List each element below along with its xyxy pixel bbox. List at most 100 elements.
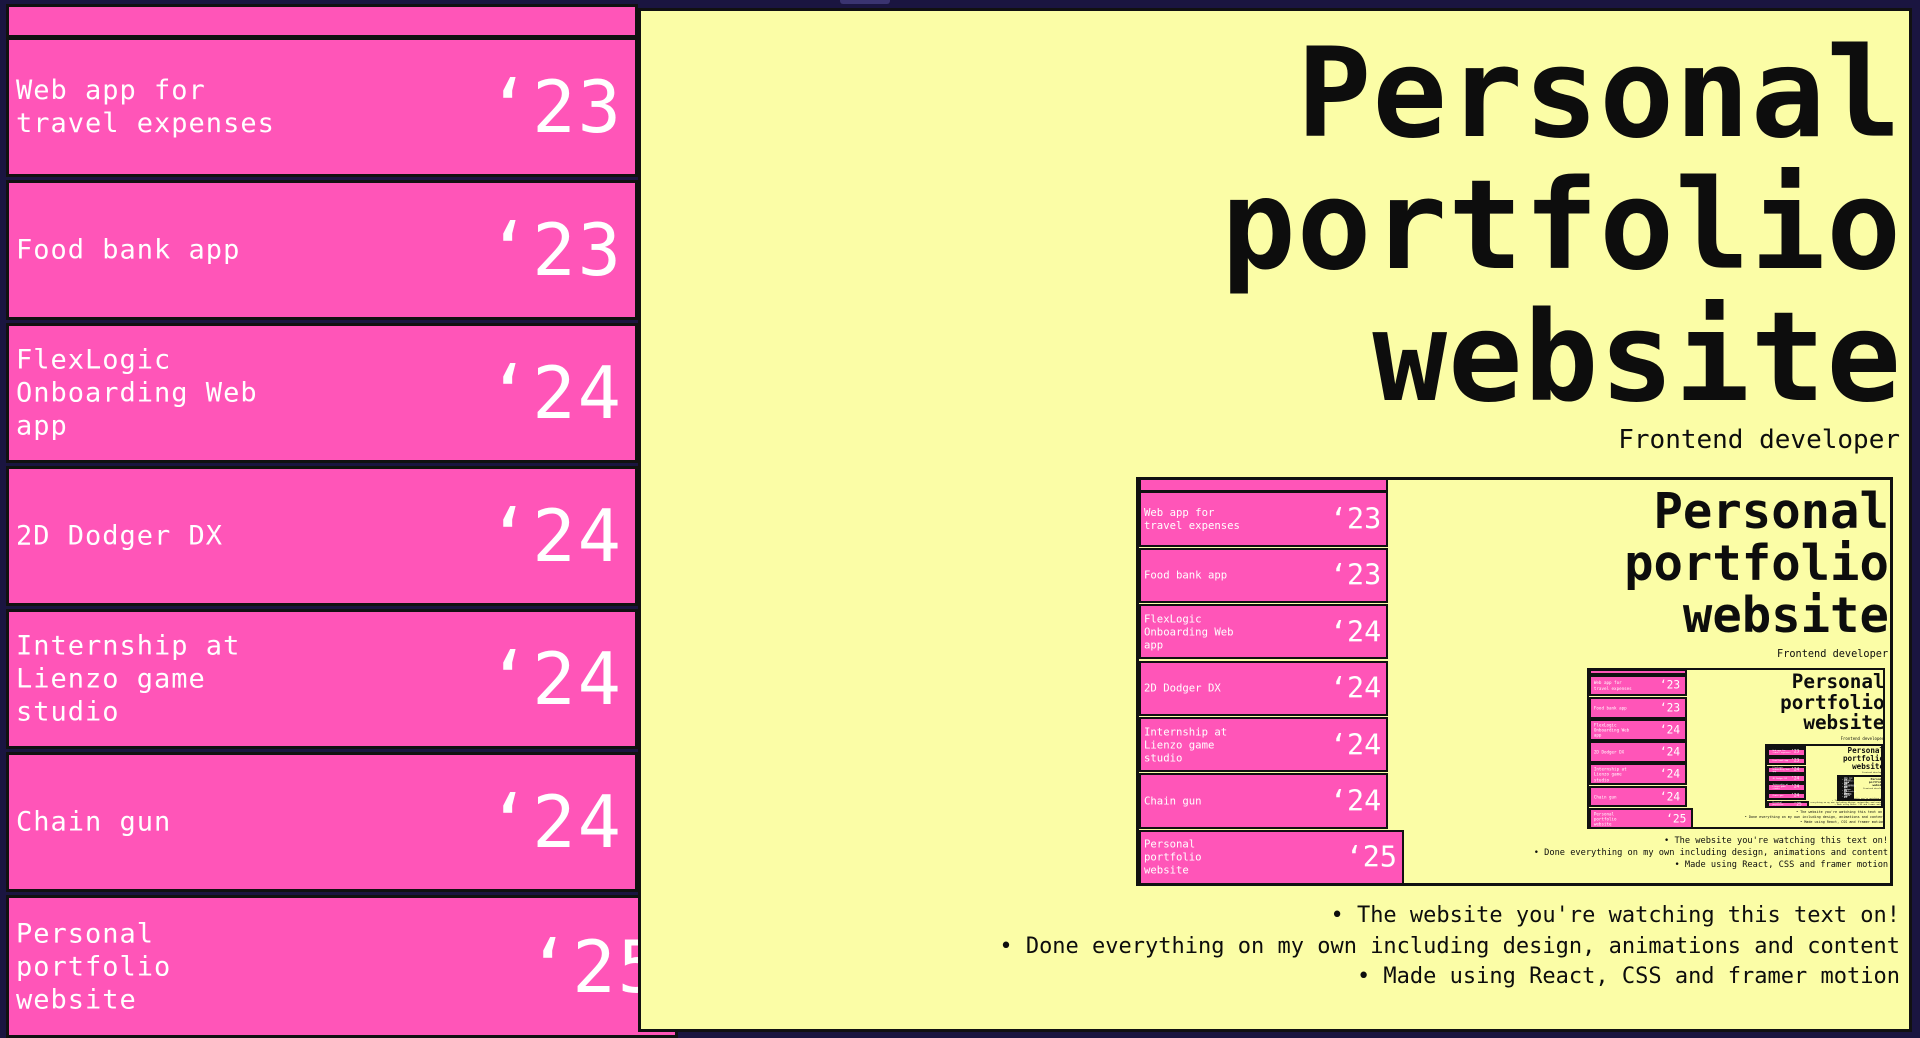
bullet-item: • The website you're watching this text … <box>1330 903 1900 928</box>
project-list-item-active[interactable]: Personal portfolio website ‘25 <box>6 895 678 1038</box>
preview-project-name: Food bank app <box>1772 760 1789 763</box>
project-name: 2D Dodger DX <box>16 520 224 552</box>
preview-project-year: ‘24 <box>1791 776 1800 782</box>
preview-project-name: FlexLogic Onboarding Web app <box>1593 722 1630 738</box>
preview-project-year: ‘23 <box>1791 749 1800 755</box>
preview-project-name: Food bank app <box>1593 705 1627 711</box>
preview-list-item: Personal portfolio website‘25 <box>1588 807 1694 828</box>
preview-project-name: Personal portfolio website <box>1593 811 1617 827</box>
preview-list-item: 2D Dodger DX ‘24 <box>1767 774 1807 783</box>
preview-project-year: ‘23 <box>1791 758 1800 764</box>
project-year: ‘24 <box>486 637 623 721</box>
preview-project-year: ‘24 <box>1329 671 1382 705</box>
preview-project-year: ‘24 <box>1659 790 1681 804</box>
preview-bullets: • The website you're watching this text … <box>1745 810 1884 824</box>
preview-project-name: Chain gun <box>1144 794 1202 808</box>
preview-bullet-item: • Done everything on my own including de… <box>1744 814 1885 819</box>
preview-subtitle: Frontend developer <box>1863 787 1884 790</box>
preview-project-year: ‘24 <box>1791 793 1800 799</box>
bullet-item: • Done everything on my own including de… <box>999 933 1900 959</box>
preview-list-item: Chain gun ‘24 <box>1588 785 1688 808</box>
project-name: Food bank app <box>16 234 241 266</box>
preview-nested-screenshot: Web app for travel expenses‘23Food bank … <box>1586 668 1886 830</box>
preview-project-year: ‘24 <box>1329 784 1382 818</box>
preview-project-name: Personal portfolio website <box>1844 798 1855 801</box>
preview-subtitle: Frontend developer <box>1777 647 1889 660</box>
top-tab-indicator <box>840 0 890 4</box>
project-list-item[interactable]: Internship at Lienzo game studio ‘24 <box>6 609 638 749</box>
preview-bullets: • The website you're watching this text … <box>1534 835 1888 871</box>
preview-list-item: FlexLogic Onboarding Web app‘24 <box>1767 765 1807 775</box>
preview-list-item: FlexLogic Onboarding Web app‘24 <box>1139 604 1389 660</box>
preview-project-year: ‘23 <box>1329 502 1382 536</box>
preview-subtitle: Frontend developer <box>1862 772 1884 775</box>
preview-list-item: Web app for travel expenses‘23 <box>1767 747 1807 757</box>
project-list-item[interactable]: 2D Dodger DX ‘24 <box>6 466 638 606</box>
project-year: ‘23 <box>486 208 623 292</box>
preview-project-year: ‘24 <box>1329 615 1382 649</box>
preview-bullet-item: • The website you're watching this text … <box>1844 798 1883 801</box>
preview-list-item: Internship at Lienzo game studio‘24 <box>1767 783 1807 792</box>
project-list: Web app for travel expenses ‘23 Food ban… <box>6 4 678 1038</box>
preview-project-name: Internship at Lienzo game studio <box>1144 725 1228 765</box>
preview-bullet-item: • Made using React, CSS and framer motio… <box>1834 804 1884 807</box>
preview-list-item: Internship at Lienzo game studio‘24 <box>1139 716 1389 773</box>
preview-page-copy: Web app for travel expenses‘23Food bank … <box>1139 480 1890 883</box>
preview-project-year: ‘24 <box>1791 784 1800 790</box>
preview-project-year: ‘25 <box>1793 802 1802 808</box>
preview-list-item: Personal portfolio website‘25 <box>1839 799 1855 801</box>
preview-page-copy: Web app for travel expenses‘23Food bank … <box>1839 777 1884 801</box>
preview-project-name: Chain gun <box>1772 795 1784 798</box>
preview-nested-screenshot: Web app for travel expenses‘23 Food bank … <box>1765 744 1884 808</box>
preview-bullet-item: • Done everything on my own including de… <box>1533 848 1889 859</box>
preview-project-name: Web app for travel expenses <box>1144 506 1240 533</box>
preview-project-name: FlexLogic Onboarding Web app <box>1772 766 1790 773</box>
preview-project-name: Food bank app <box>1144 568 1228 582</box>
preview-project-year: ‘24 <box>1791 767 1800 773</box>
preview-bullets: • The website you're watching this text … <box>1844 798 1883 801</box>
preview-bullet-item: • The website you're watching this text … <box>1664 836 1889 847</box>
preview-bullet-item: • Made using React, CSS and framer motio… <box>1674 860 1889 871</box>
preview-page-copy: Web app for travel expenses‘23Food bank … <box>1588 670 1885 828</box>
preview-list-item: Chain gun ‘24 <box>1767 791 1807 801</box>
preview-project-year: ‘23 <box>1329 558 1382 592</box>
project-year: ‘24 <box>486 780 623 864</box>
project-list-item[interactable]: Chain gun ‘24 <box>6 752 638 892</box>
project-year: ‘23 <box>486 65 623 149</box>
preview-page-copy: Web app for travel expenses‘23 Food bank … <box>1767 746 1884 808</box>
preview-subtitle: Frontend developer <box>1840 736 1885 742</box>
project-list-item[interactable]: FlexLogic Onboarding Web app ‘24 <box>6 323 638 463</box>
preview-project-name: 2D Dodger DX <box>1772 777 1787 780</box>
preview-list-item: Food bank app ‘23 <box>1139 547 1389 603</box>
preview-list-item: FlexLogic Onboarding Web app ‘24 <box>1588 719 1688 741</box>
project-name: Web app for travel expenses <box>16 75 275 139</box>
preview-project-name: 2D Dodger DX <box>1593 749 1625 755</box>
preview-title: Personal portfolio website <box>1624 482 1889 644</box>
preview-title: Personal portfolio website <box>1780 670 1885 735</box>
preview-project-year: ‘25 <box>1843 799 1848 801</box>
project-name: FlexLogic Onboarding Web app <box>16 344 258 442</box>
bullet-item: • Made using React, CSS and framer motio… <box>1356 964 1900 989</box>
preview-list-item: Personal portfolio website‘25 <box>1139 829 1404 883</box>
project-list-item[interactable]: Food bank app ‘23 <box>6 180 638 320</box>
project-name: Internship at Lienzo game studio <box>16 630 241 728</box>
project-title: Personal portfolio website <box>1221 22 1902 430</box>
project-name: Chain gun <box>16 806 172 838</box>
preview-project-year: ‘24 <box>1659 745 1681 759</box>
preview-list-item: Chain gun ‘24 <box>1139 773 1389 829</box>
preview-title: Personal portfolio website <box>1842 746 1884 772</box>
preview-project-year: ‘24 <box>1659 723 1681 737</box>
preview-list-item: Web app for travel expenses ‘23 <box>1139 491 1389 547</box>
project-list-item-partial[interactable] <box>6 4 638 38</box>
preview-project-year: ‘23 <box>1659 701 1681 715</box>
preview-bullet-item: • Made using React, CSS and framer motio… <box>1800 819 1885 824</box>
preview-project-name: Chain gun <box>1593 794 1617 800</box>
project-screenshot-preview: Web app for travel expenses ‘23 Food bank … <box>1136 477 1893 886</box>
project-year: ‘24 <box>486 351 623 435</box>
preview-project-year: ‘23 <box>1659 678 1681 692</box>
preview-bullets: • The website you're watching this text … <box>1802 800 1884 807</box>
preview-title: Personal portfolio website <box>1868 777 1882 788</box>
project-list-item[interactable]: Web app for travel expenses ‘23 <box>6 37 638 177</box>
preview-project-name: Web app for travel expenses <box>1593 680 1632 691</box>
preview-list-item: Web app for travel expenses ‘23 <box>1588 674 1688 697</box>
